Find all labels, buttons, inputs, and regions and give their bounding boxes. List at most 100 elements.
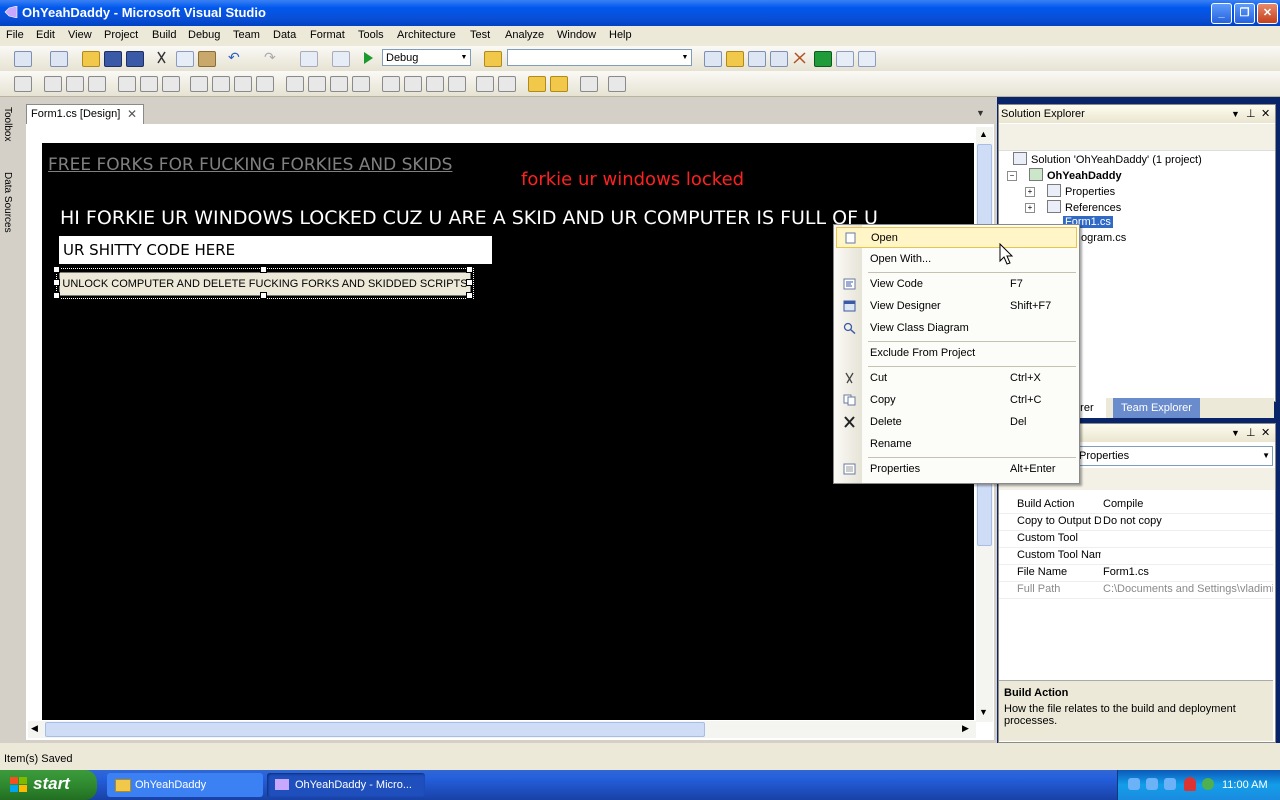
tab-order-icon[interactable] (580, 76, 598, 92)
size-to-grid-icon[interactable] (212, 76, 230, 92)
redo-icon[interactable]: ↷ (264, 49, 280, 65)
make-same-size-icon[interactable] (256, 76, 274, 92)
save-all-icon[interactable] (126, 51, 144, 67)
toolbox-icon[interactable] (792, 51, 808, 65)
start-button[interactable]: start (0, 770, 97, 800)
red-label[interactable]: forkie ur windows locked (521, 169, 744, 190)
scroll-right-icon[interactable]: ▶ (962, 723, 969, 734)
close-tab-icon[interactable]: ✕ (127, 107, 137, 121)
center-horizontally-icon[interactable] (476, 76, 494, 92)
make-same-height-icon[interactable] (234, 76, 252, 92)
prop-row[interactable]: File Name Form1.cs (999, 564, 1273, 582)
navigate-forward-icon[interactable] (332, 51, 350, 67)
cut-icon[interactable] (154, 51, 170, 65)
horizontal-spacing-icon[interactable] (286, 76, 304, 92)
resize-handle[interactable] (260, 266, 267, 273)
open-folder-icon[interactable] (82, 51, 100, 67)
menu-test[interactable]: Test (470, 29, 490, 41)
resize-handle[interactable] (466, 279, 473, 286)
prop-row[interactable]: Build Action Compile (999, 496, 1273, 514)
network-icon[interactable] (1164, 778, 1176, 790)
lock-controls-icon[interactable] (608, 76, 626, 92)
message-label[interactable]: HI FORKIE UR WINDOWS LOCKED CUZ U ARE A … (60, 207, 878, 229)
solution-explorer-icon[interactable] (726, 51, 744, 67)
menu-cut[interactable]: Cut Ctrl+X (836, 368, 1077, 389)
menu-open[interactable]: Open (836, 227, 1077, 248)
refresh-icon[interactable] (1057, 129, 1073, 143)
menu-debug[interactable]: Debug (188, 29, 220, 41)
save-icon[interactable] (104, 51, 122, 67)
data-sources-tab[interactable]: Data Sources (2, 172, 13, 233)
align-to-grid-icon[interactable] (14, 76, 32, 92)
expand-icon[interactable]: + (1025, 203, 1035, 213)
resize-handle[interactable] (53, 266, 60, 273)
remove-spacing-icon[interactable] (352, 76, 370, 92)
menu-view-class-diagram[interactable]: View Class Diagram (836, 318, 1077, 339)
window-position-icon[interactable]: ▼ (1231, 105, 1240, 123)
command-window-icon[interactable] (836, 51, 854, 67)
view-code-icon[interactable] (1085, 129, 1101, 143)
restore-button[interactable]: ❐ (1234, 3, 1255, 24)
clock[interactable]: 11:00 AM (1222, 779, 1268, 791)
menu-view[interactable]: View (68, 29, 92, 41)
menu-project[interactable]: Project (104, 29, 138, 41)
active-files-dropdown-icon[interactable]: ▼ (976, 108, 985, 118)
show-all-files-icon[interactable] (1035, 129, 1051, 143)
tree-solution[interactable]: Solution 'OhYeahDaddy' (1 project) (1013, 152, 1202, 166)
increase-spacing-icon[interactable] (308, 76, 326, 92)
resize-handle[interactable] (53, 292, 60, 299)
new-project-icon[interactable] (14, 51, 32, 67)
menu-window[interactable]: Window (557, 29, 596, 41)
align-rights-icon[interactable] (88, 76, 106, 92)
prop-row[interactable]: Full Path C:\Documents and Settings\vladi… (999, 581, 1273, 599)
security-shield-icon[interactable] (1184, 777, 1196, 791)
menu-help[interactable]: Help (609, 29, 632, 41)
bring-to-front-icon[interactable] (528, 76, 546, 92)
view-class-diagram-icon[interactable] (1129, 129, 1145, 143)
align-tops-icon[interactable] (118, 76, 136, 92)
menu-data[interactable]: Data (273, 29, 296, 41)
menu-analyze[interactable]: Analyze (505, 29, 544, 41)
close-button[interactable]: ✕ (1257, 3, 1278, 24)
navigate-back-icon[interactable] (300, 51, 318, 67)
center-vertically-icon[interactable] (498, 76, 516, 92)
toolbox-tab[interactable]: Toolbox (2, 107, 13, 141)
align-bottoms-icon[interactable] (162, 76, 180, 92)
menu-properties[interactable]: Properties Alt+Enter (836, 459, 1077, 480)
designer-horizontal-scrollbar[interactable]: ◀ ▶ (28, 721, 976, 738)
view-designer-icon[interactable] (1107, 129, 1123, 143)
properties-window-icon[interactable] (748, 51, 766, 67)
network-icon[interactable] (1128, 778, 1140, 790)
send-to-back-icon[interactable] (550, 76, 568, 92)
scroll-thumb[interactable] (45, 722, 705, 737)
prop-row[interactable]: Copy to Output D Do not copy (999, 513, 1273, 531)
menu-edit[interactable]: Edit (36, 29, 55, 41)
menu-rename[interactable]: Rename (836, 434, 1077, 455)
add-item-icon[interactable] (50, 51, 68, 67)
properties-icon[interactable] (1007, 129, 1023, 143)
scroll-left-icon[interactable]: ◀ (31, 723, 38, 734)
tab-form1-design[interactable]: Form1.cs [Design] ✕ (26, 104, 144, 125)
output-icon[interactable] (858, 51, 876, 67)
collapse-icon[interactable]: − (1007, 171, 1017, 181)
vertical-spacing-icon[interactable] (382, 76, 400, 92)
increase-vspacing-icon[interactable] (404, 76, 422, 92)
menu-copy[interactable]: Copy Ctrl+C (836, 390, 1077, 411)
menu-team[interactable]: Team (233, 29, 260, 41)
prop-row[interactable]: Custom Tool (999, 530, 1273, 548)
resize-handle[interactable] (466, 292, 473, 299)
window-position-icon[interactable]: ▼ (1231, 424, 1240, 442)
decrease-spacing-icon[interactable] (330, 76, 348, 92)
tab-team-explorer[interactable]: Team Explorer (1113, 398, 1200, 418)
taskbar-item-visual-studio[interactable]: OhYeahDaddy - Micro... (267, 773, 425, 797)
paste-icon[interactable] (198, 51, 216, 67)
resize-handle[interactable] (53, 279, 60, 286)
menu-exclude-from-project[interactable]: Exclude From Project (836, 343, 1077, 364)
make-same-width-icon[interactable] (190, 76, 208, 92)
expand-icon[interactable]: + (1025, 187, 1035, 197)
decrease-vspacing-icon[interactable] (426, 76, 444, 92)
pin-icon[interactable]: ⊥ (1246, 424, 1256, 442)
find-icon[interactable] (704, 51, 722, 67)
scroll-up-icon[interactable]: ▲ (979, 129, 988, 139)
menu-open-with[interactable]: Open With... (836, 249, 1077, 270)
